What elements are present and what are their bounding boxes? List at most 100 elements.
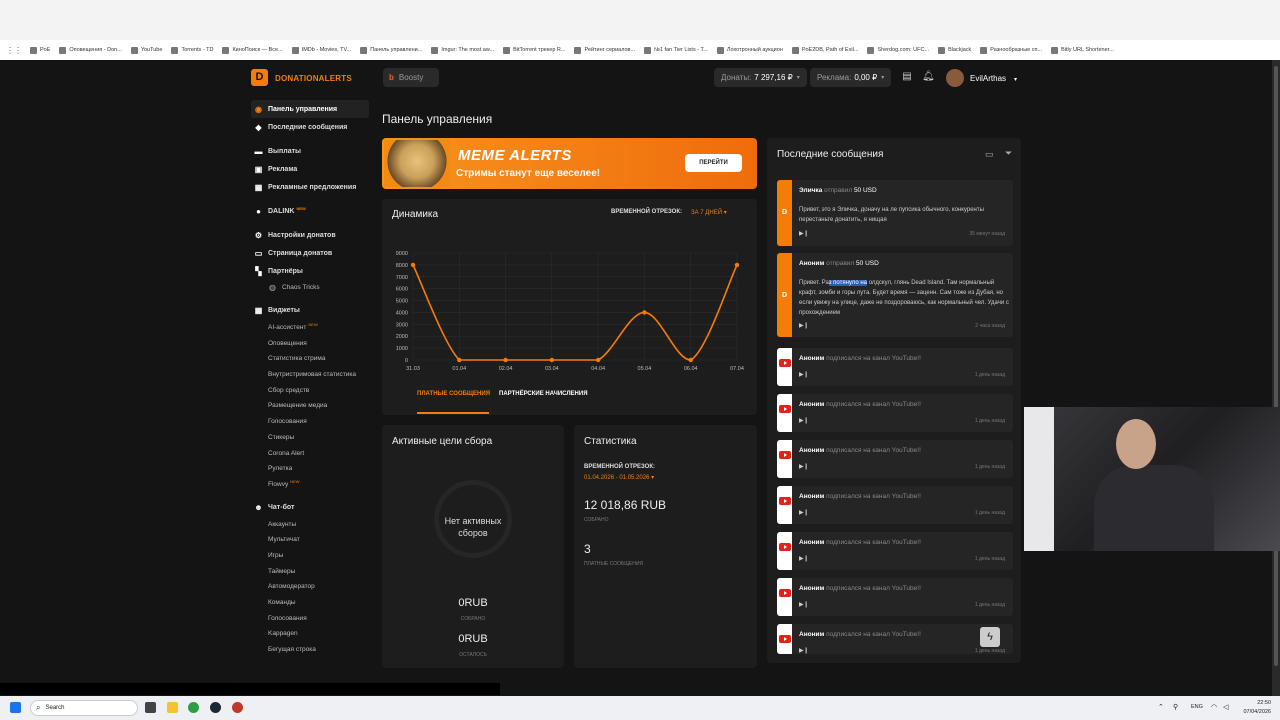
- sidebar-subitem[interactable]: Размещение медиа: [251, 398, 369, 414]
- cast-icon[interactable]: ▭: [985, 149, 994, 160]
- sidebar-subitem[interactable]: Автомодератор: [251, 579, 369, 595]
- message-item[interactable]: Аноним подписался на канал YouTube!! ▶❙ 1 …: [777, 624, 1013, 654]
- sidebar-item-recent[interactable]: ◆ Последние сообщения: [251, 118, 369, 136]
- filter-icon[interactable]: ⏷: [1005, 148, 1012, 159]
- logo-text[interactable]: DONATIONALERTS: [275, 74, 352, 83]
- period-select[interactable]: ЗА 7 ДНЕЙ ▾: [691, 209, 727, 216]
- replay-icon[interactable]: ▶❙: [799, 371, 809, 378]
- sidebar-item-chaos-tricks[interactable]: ◍ Chaos Tricks: [251, 280, 369, 296]
- bookmark-item[interactable]: BitTorrent трекер R...: [503, 46, 565, 54]
- sidebar-item-donation-settings[interactable]: ⚙ Настройки донатов: [251, 226, 369, 244]
- data-point[interactable]: [410, 262, 416, 268]
- data-point[interactable]: [595, 357, 601, 363]
- logo-icon[interactable]: D: [251, 69, 268, 86]
- replay-icon[interactable]: ▶❙: [799, 463, 809, 470]
- sidebar-subitem[interactable]: Аккаунты: [251, 516, 369, 532]
- message-item[interactable]: Аноним подписался на канал YouTube!! ▶❙ 1 …: [777, 578, 1013, 616]
- banner-go-button[interactable]: ПЕРЕЙТИ: [685, 154, 742, 172]
- sidebar-subitem[interactable]: Flowvy NEW: [251, 477, 369, 493]
- page-scrollbar[interactable]: [1272, 60, 1280, 696]
- bookmark-item[interactable]: Разнообразные сп...: [980, 46, 1042, 54]
- bookmark-item[interactable]: Sherdog.com: UFC...: [867, 46, 929, 54]
- network-icon[interactable]: ⚲: [1173, 703, 1178, 711]
- sidebar-subitem[interactable]: Corona Alert: [251, 445, 369, 461]
- bookmark-item[interactable]: Рейтинг сериалов...: [574, 46, 635, 54]
- avatar[interactable]: [946, 69, 964, 87]
- replay-icon[interactable]: ▶❙: [799, 601, 809, 608]
- bookmark-item[interactable]: Torrents - TD: [171, 46, 213, 54]
- sidebar-subitem[interactable]: Статистика стрима: [251, 351, 369, 367]
- replay-icon[interactable]: ▶❙: [799, 509, 809, 516]
- bookmark-item[interactable]: PoE: [30, 46, 50, 54]
- data-point[interactable]: [688, 357, 693, 363]
- lightning-icon[interactable]: ϟ: [980, 627, 1000, 647]
- message-item[interactable]: D Аноним отправил 50 USD Привет. Раз пот…: [777, 253, 1013, 337]
- app-icon[interactable]: [232, 702, 243, 713]
- boosty-button[interactable]: b Boosty: [383, 68, 439, 87]
- ads-balance[interactable]: Реклама: 0,00 ₽ ▾: [810, 68, 892, 87]
- bookmark-item[interactable]: IMDb - Movies, TV...: [291, 46, 351, 54]
- sidebar-subitem[interactable]: Голосования: [251, 610, 369, 626]
- meme-alerts-banner[interactable]: MEME ALERTS Стримы станут еще веселее! П…: [382, 138, 757, 189]
- message-item[interactable]: Аноним подписался на канал YouTube!! ▶❙ 1 …: [777, 348, 1013, 386]
- bookmark-item[interactable]: Imgur: The most aw...: [431, 46, 494, 54]
- replay-icon[interactable]: ▶❙: [799, 555, 809, 562]
- donations-balance[interactable]: Донаты: 7 297,16 ₽ ▾: [714, 68, 807, 87]
- sidebar-item-widgets[interactable]: ▦ Виджеты: [251, 302, 369, 320]
- sidebar-subitem[interactable]: Внутристримовая статистика: [251, 367, 369, 383]
- sidebar-subitem[interactable]: Оповещения: [251, 335, 369, 351]
- message-item[interactable]: Аноним подписался на канал YouTube!! ▶❙ 1 …: [777, 440, 1013, 478]
- message-item[interactable]: Аноним подписался на канал YouTube!! ▶❙ 1 …: [777, 394, 1013, 432]
- bookmark-item[interactable]: №1 fan Tier Lists - T...: [644, 46, 708, 54]
- clock[interactable]: 22:50 07/04/2026: [1241, 699, 1271, 717]
- replay-icon[interactable]: ▶❙: [799, 417, 809, 424]
- message-item[interactable]: Аноним подписался на канал YouTube!! ▶❙ 1 …: [777, 532, 1013, 570]
- data-point[interactable]: [503, 357, 508, 363]
- data-point[interactable]: [734, 262, 740, 268]
- wifi-icon[interactable]: ◠: [1211, 703, 1217, 711]
- data-point[interactable]: [549, 357, 555, 363]
- tab-paid-messages[interactable]: ПЛАТНЫЕ СООБЩЕНИЯ: [417, 391, 490, 397]
- sidebar-item-ads[interactable]: ▣ Реклама: [251, 160, 369, 178]
- message-item[interactable]: Аноним подписался на канал YouTube!! ▶❙ 1 …: [777, 486, 1013, 524]
- sidebar-subitem[interactable]: Рулетка: [251, 461, 369, 477]
- replay-icon[interactable]: ▶❙: [799, 230, 809, 237]
- sidebar-item-donation-page[interactable]: ▭ Страница донатов: [251, 244, 369, 262]
- message-item[interactable]: D Эличка отправил 50 USD Привет, это я Э…: [777, 180, 1013, 246]
- bookmark-item[interactable]: КиноПоиск — Все...: [222, 46, 283, 54]
- data-point[interactable]: [457, 357, 462, 363]
- language-indicator[interactable]: ENG: [1191, 704, 1203, 710]
- steam-icon[interactable]: [210, 702, 221, 713]
- username[interactable]: EvilArthas ▾: [970, 74, 1017, 83]
- bookmark-item[interactable]: Оповещения - Don...: [59, 46, 122, 54]
- chrome-icon[interactable]: [188, 702, 199, 713]
- folder-icon[interactable]: [167, 702, 178, 713]
- apps-icon[interactable]: ⋮⋮: [6, 46, 22, 55]
- replay-icon[interactable]: ▶❙: [799, 322, 809, 329]
- bookmark-item[interactable]: Панель управлени...: [360, 46, 422, 54]
- sidebar-subitem[interactable]: Сбор средств: [251, 382, 369, 398]
- sidebar-item-chatbot[interactable]: ☻ Чат-бот: [251, 498, 369, 516]
- sidebar-item-partners[interactable]: ▚ Партнёры: [251, 262, 369, 280]
- data-point[interactable]: [642, 310, 647, 315]
- taskbar-search[interactable]: ⌕ Search: [30, 700, 138, 716]
- bookmark-item[interactable]: PoE2DB, Path of Exil...: [791, 46, 858, 54]
- sidebar-item-ad-offers[interactable]: ▦ Рекламные предложения: [251, 178, 369, 196]
- task-view-icon[interactable]: [145, 702, 156, 713]
- bookmark-item[interactable]: Лохотронный аукцион: [716, 46, 783, 54]
- chevron-up-icon[interactable]: ⌃: [1158, 703, 1164, 711]
- sidebar-subitem[interactable]: Игры: [251, 548, 369, 564]
- sidebar-subitem[interactable]: Команды: [251, 595, 369, 611]
- stats-period-select[interactable]: 01.04.2026 - 01.05.2026 ▾: [584, 474, 654, 481]
- sidebar-subitem[interactable]: AI-ассистент NEW: [251, 320, 369, 336]
- bookmark-item[interactable]: Bitly URL Shortener...: [1051, 46, 1114, 54]
- windows-start-icon[interactable]: [10, 702, 21, 713]
- sidebar-subitem[interactable]: Голосования: [251, 414, 369, 430]
- sidebar-subitem[interactable]: Таймеры: [251, 563, 369, 579]
- replay-icon[interactable]: ▶❙: [799, 647, 809, 654]
- sidebar-subitem[interactable]: Мультичат: [251, 532, 369, 548]
- sidebar-subitem[interactable]: Kappagen: [251, 626, 369, 642]
- bookmark-item[interactable]: Blackjack: [938, 46, 971, 54]
- sidebar-item-dashboard[interactable]: ◉ Панель управления: [251, 100, 369, 118]
- tab-partner-income[interactable]: ПАРТНЁРСКИЕ НАЧИСЛЕНИЯ: [499, 391, 588, 397]
